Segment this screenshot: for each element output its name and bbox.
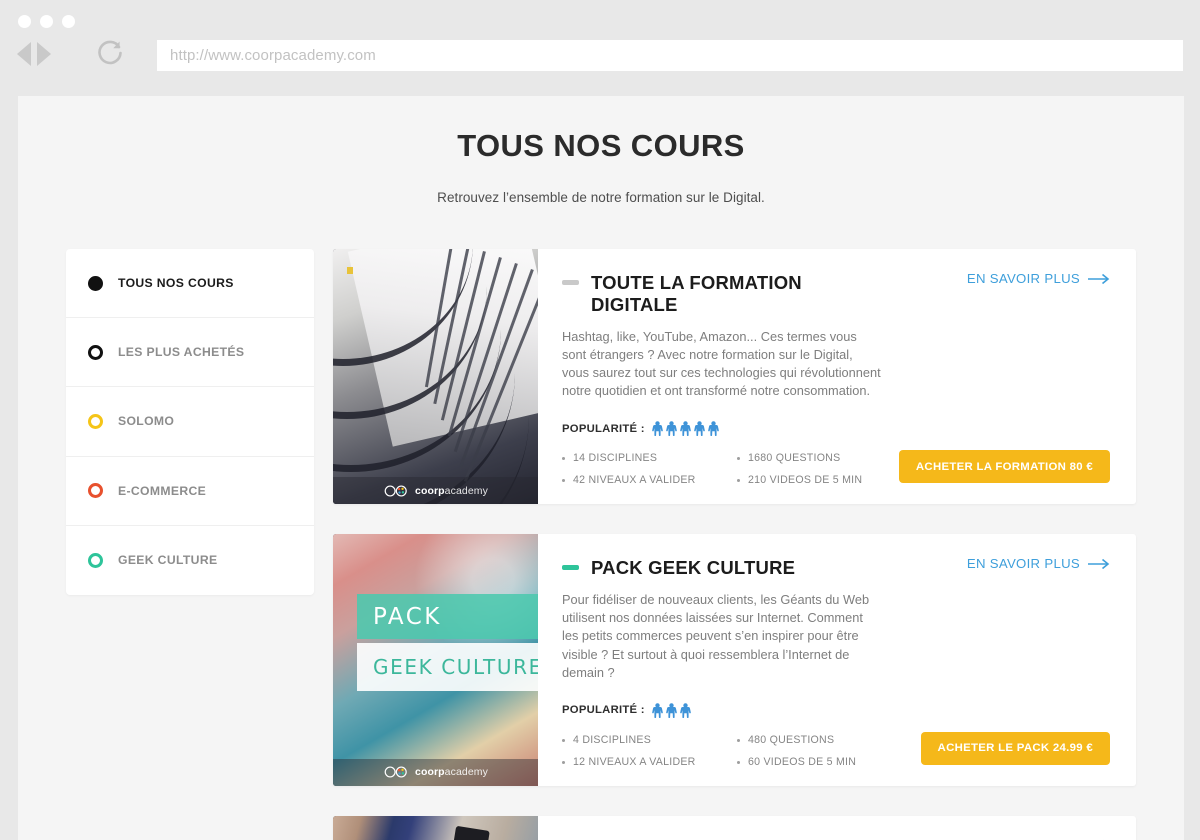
- coorpacademy-infinity-logo: [384, 485, 407, 497]
- sidebar-item-geek-culture[interactable]: GEEK CULTURE: [66, 526, 314, 595]
- course-stat: 12 NIVEAUX A VALIDER: [562, 756, 737, 768]
- thumbnail-caption-top: PACK: [357, 594, 538, 640]
- solomo-photo: [333, 815, 538, 840]
- thumbnail-logo-band: coorpacademy: [333, 758, 538, 786]
- arrow-right-icon: [1088, 558, 1110, 569]
- buy-button[interactable]: ACHETER LA FORMATION 80 €: [898, 450, 1110, 484]
- reload-icon[interactable]: [95, 38, 125, 68]
- popularity-rating: [651, 421, 719, 437]
- course-card[interactable]: coorpacademyPACK SOLOMO (SOCIAL LOCAL MO…: [333, 815, 1136, 840]
- course-thumbnail[interactable]: PACK GEEK CULTURE coorpacademy: [333, 534, 538, 786]
- learn-more-label: EN SAVOIR PLUS: [966, 271, 1080, 286]
- category-dash-icon: [562, 280, 579, 285]
- learn-more-link[interactable]: EN SAVOIR PLUS: [967, 271, 1110, 286]
- course-title: TOUTE LA FORMATION DIGITALE: [591, 272, 802, 315]
- person-icon: [665, 421, 677, 437]
- popularity-label: POPULARITÉ :: [562, 704, 645, 717]
- browser-window: TOUS NOS COURS Retrouvez l’ensemble de n…: [0, 0, 1200, 840]
- page-subtitle: Retrouvez l’ensemble de notre formation …: [437, 190, 765, 205]
- course-card-body: PACK GEEK CULTURE Pour fidéliser de nouve…: [538, 534, 1136, 786]
- course-card[interactable]: PACK GEEK CULTURE coorpacademy PACK GEEK CU…: [333, 534, 1136, 786]
- course-stat: 42 NIVEAUX A VALIDER: [562, 474, 737, 486]
- course-stat: 14 DISCIPLINES: [562, 452, 737, 464]
- back-arrow-icon[interactable]: [17, 42, 31, 66]
- thumbnail-caption-bottom: GEEK CULTURE: [357, 643, 538, 692]
- category-ring-icon: [88, 344, 103, 360]
- geek-culture-photo: PACK GEEK CULTURE: [333, 534, 538, 786]
- category-ring-icon: [88, 552, 103, 568]
- category-ring-icon: [88, 413, 103, 429]
- popularity-rating: [651, 703, 691, 718]
- course-description: Pour fidéliser de nouveaux clients, les …: [562, 592, 870, 680]
- popularity-row: POPULARITÉ :: [562, 703, 1136, 718]
- window-close-button[interactable]: [18, 15, 31, 28]
- address-bar[interactable]: [157, 40, 1183, 71]
- sidebar-item-label: E-COMMERCE: [118, 483, 207, 498]
- logo-wordmark: coorpacademy: [415, 766, 488, 779]
- content-layout: TOUS NOS COURS LES PLUS ACHETÉS SOLOMO E-CO…: [18, 249, 1184, 840]
- sidebar-item-tous-nos-cours[interactable]: TOUS NOS COURS: [66, 249, 314, 319]
- popularity-label: POPULARITÉ :: [562, 422, 645, 435]
- sidebar-item-les-plus-achet-s[interactable]: LES PLUS ACHETÉS: [66, 318, 314, 388]
- learn-more-label: EN SAVOIR PLUS: [966, 556, 1080, 572]
- thumbnail-logo-band: coorpacademy: [333, 477, 538, 505]
- sidebar-item-solomo[interactable]: SOLOMO: [66, 387, 314, 457]
- sidebar-item-e-commerce[interactable]: E-COMMERCE: [66, 457, 314, 526]
- course-card[interactable]: coorpacademy TOUTE LA FORMATION DIGITALE H…: [333, 249, 1136, 505]
- course-stat: 4 DISCIPLINES: [562, 734, 737, 746]
- person-icon: [651, 703, 663, 718]
- popularity-row: POPULARITÉ :: [562, 421, 1136, 437]
- navigation-arrows: [17, 42, 51, 66]
- sidebar-item-label: TOUS NOS COURS: [118, 276, 234, 291]
- page-title: TOUS NOS COURS: [457, 128, 745, 163]
- browser-toolbar: [0, 40, 1200, 76]
- buy-button[interactable]: ACHETER LE PACK 24.99 €: [920, 731, 1110, 765]
- course-card-body: TOUTE LA FORMATION DIGITALE Hashtag, like…: [538, 249, 1136, 504]
- course-card-list: coorpacademy TOUTE LA FORMATION DIGITALE H…: [333, 249, 1136, 840]
- forward-arrow-icon[interactable]: [37, 42, 51, 66]
- course-card-body: PACK SOLOMO (SOCIAL LOCAL MOBILE)EN SAVO…: [538, 816, 1136, 840]
- person-icon: [693, 421, 705, 437]
- window-traffic-lights: [18, 15, 75, 28]
- category-dash-icon: [562, 565, 579, 571]
- library-photo: [333, 249, 538, 505]
- person-icon: [679, 421, 691, 437]
- category-ring-icon: [88, 275, 103, 291]
- course-title: PACK GEEK CULTURE: [591, 557, 796, 579]
- course-description: Hashtag, like, YouTube, Amazon... Ces te…: [562, 328, 881, 399]
- learn-more-link[interactable]: EN SAVOIR PLUS: [967, 556, 1110, 571]
- person-icon: [679, 703, 691, 718]
- sidebar-item-label: GEEK CULTURE: [118, 553, 218, 568]
- category-sidebar: TOUS NOS COURS LES PLUS ACHETÉS SOLOMO E-CO…: [66, 249, 314, 595]
- logo-wordmark: coorpacademy: [415, 484, 488, 497]
- window-maximize-button[interactable]: [62, 15, 75, 28]
- page-viewport: TOUS NOS COURS Retrouvez l’ensemble de n…: [18, 96, 1184, 840]
- coorpacademy-infinity-logo: [384, 766, 407, 778]
- person-icon: [707, 421, 719, 437]
- sidebar-item-label: SOLOMO: [118, 414, 175, 429]
- course-thumbnail[interactable]: coorpacademy: [333, 815, 538, 840]
- course-thumbnail[interactable]: coorpacademy: [333, 249, 538, 505]
- sidebar-item-label: LES PLUS ACHETÉS: [118, 345, 245, 360]
- person-icon: [665, 703, 677, 718]
- category-ring-icon: [88, 483, 103, 499]
- window-minimize-button[interactable]: [40, 15, 53, 28]
- person-icon: [651, 421, 663, 437]
- arrow-right-icon: [1088, 273, 1110, 284]
